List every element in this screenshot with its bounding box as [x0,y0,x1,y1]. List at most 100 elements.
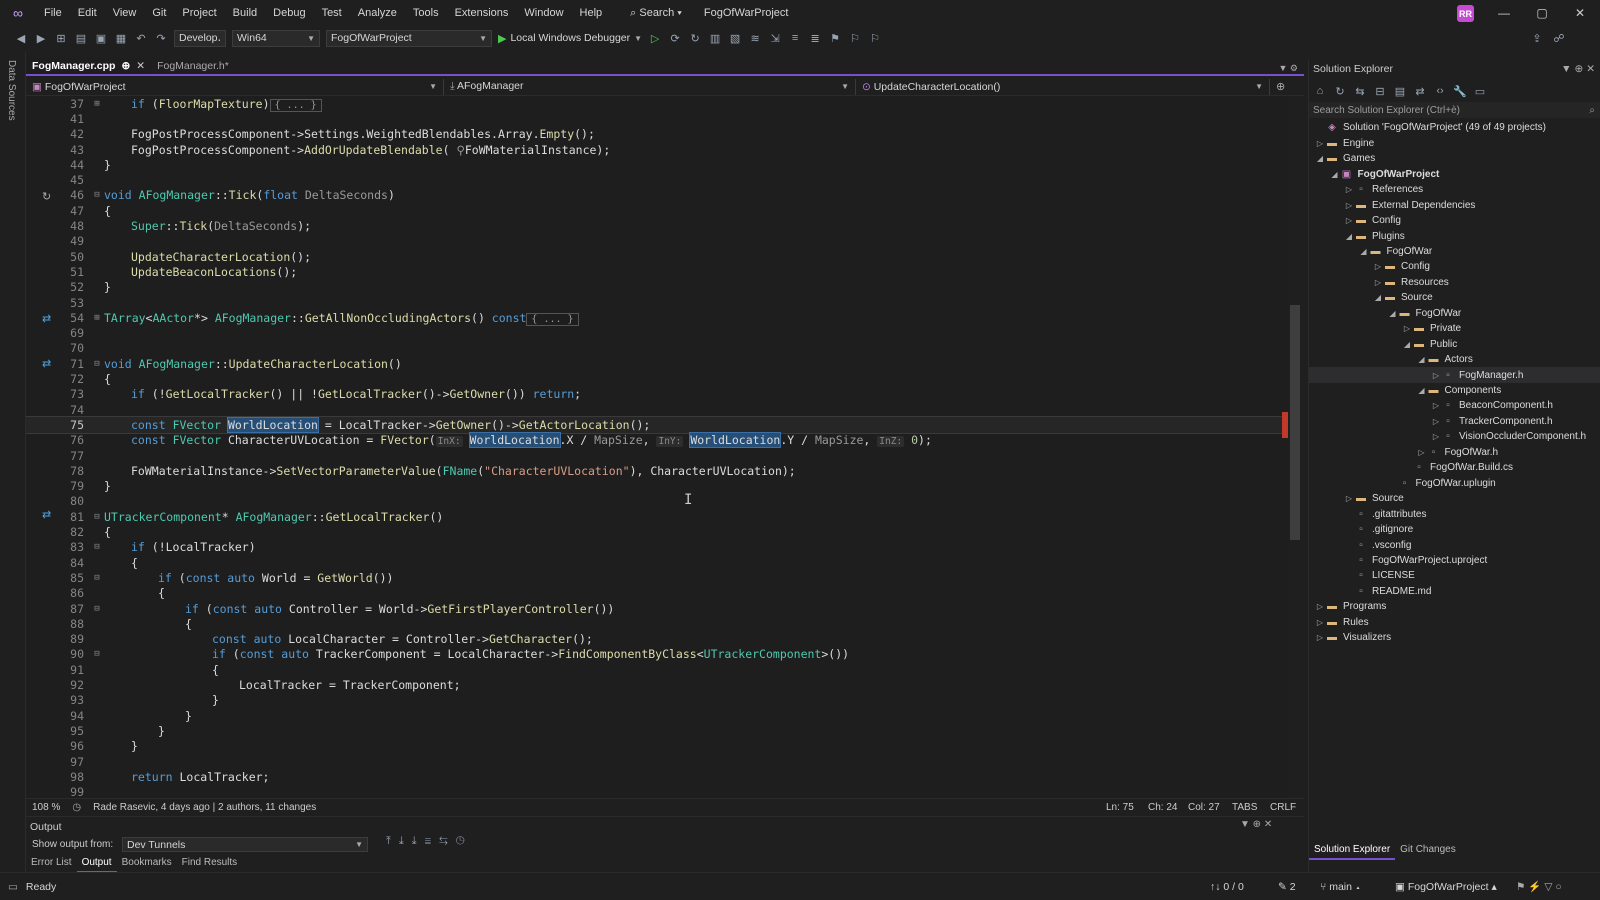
tree-item[interactable]: ▫ .vsconfig [1309,537,1600,553]
tab-git-changes[interactable]: Git Changes [1395,842,1461,860]
save-all-icon[interactable]: ▦ [114,32,128,45]
notifications-icon[interactable]: ▭ [0,881,26,893]
bookmark-prev-icon[interactable]: ⚐ [848,32,862,45]
tree-item[interactable]: ▷ ▬ External Dependencies [1309,197,1600,213]
expand-toggle-icon[interactable]: ▷ [1431,417,1441,426]
code-line[interactable]: 86 { [26,586,1288,601]
code-line[interactable]: 42 FogPostProcessComponent->Settings.Weig… [26,127,1288,142]
fold-toggle-icon[interactable]: ⊞ [90,313,104,323]
expand-toggle-icon[interactable]: ◢ [1402,340,1412,349]
code-line[interactable]: 97 [26,754,1288,769]
menu-item-help[interactable]: Help [572,0,611,26]
expand-toggle-icon[interactable]: ▷ [1431,371,1441,380]
tree-item[interactable]: ▷ ▫ References [1309,182,1600,198]
output-source-select[interactable]: Dev Tunnels ▼ [122,837,368,852]
code-line[interactable]: 44} [26,157,1288,172]
menu-item-window[interactable]: Window [516,0,571,26]
menu-item-edit[interactable]: Edit [70,0,105,26]
maximize-button[interactable]: ▢ [1523,0,1561,26]
code-line[interactable]: 52} [26,280,1288,295]
column-indicator[interactable]: Col: 27 [1188,802,1220,813]
home-icon[interactable]: ⌂ [1313,85,1327,97]
expand-toggle-icon[interactable]: ◢ [1330,170,1340,179]
tree-item[interactable]: ▷ ▬ Engine [1309,135,1600,151]
comment-icon[interactable]: ≡ [788,32,802,44]
solution-search-input[interactable]: Search Solution Explorer (Ctrl+è) ⌕ [1309,102,1600,118]
fold-toggle-icon[interactable]: ⊟ [90,542,104,552]
git-sync-status[interactable]: ↑↓ 0 / 0 [1210,881,1244,893]
collapsed-region[interactable]: { ... } [526,312,579,326]
code-line[interactable]: 99 [26,785,1288,798]
redo-icon[interactable]: ↷ [154,32,168,45]
new-item-icon[interactable]: ⊞ [54,32,68,45]
sync-icon[interactable]: ↻ [1333,85,1347,98]
expand-toggle-icon[interactable]: ▷ [1373,262,1383,271]
expand-toggle-icon[interactable]: ▷ [1373,278,1383,287]
tree-item[interactable]: ◢ ▬ Actors [1309,352,1600,368]
fold-toggle-icon[interactable]: ⊟ [90,512,104,522]
code-line[interactable]: 79} [26,479,1288,494]
code-line[interactable]: 46 ⊟ void AFogManager::Tick(float DeltaSec… [26,188,1288,203]
expand-toggle-icon[interactable]: ▷ [1315,618,1325,627]
fold-toggle-icon[interactable]: ⊟ [90,604,104,614]
expand-toggle-icon[interactable]: ◢ [1344,232,1354,241]
code-line[interactable]: 88 { [26,616,1288,631]
expand-toggle-icon[interactable]: ◢ [1315,154,1325,163]
bookmark-icon[interactable]: ⚑ [828,32,842,45]
member-nav-select[interactable]: ⊙ UpdateCharacterLocation() ▼ [856,78,1270,95]
scope-nav-select[interactable]: ⤓ AFogManager ▼ [444,78,856,95]
output-toolbar[interactable]: ⤒⤓⤓≣⇆◷ [386,835,473,848]
data-sources-tab[interactable]: Data Sources [6,60,17,121]
project-nav-select[interactable]: ▣ FogOfWarProject ▼ [26,78,444,95]
tree-item[interactable]: ▫ .gitignore [1309,522,1600,538]
tree-item[interactable]: ▷ ▫ FogManager.h [1309,367,1600,383]
panel-controls[interactable]: ▼ ⊕ ✕ [1240,819,1272,830]
menu-item-project[interactable]: Project [174,0,224,26]
uncomment-icon[interactable]: ≣ [808,32,822,45]
code-line[interactable]: 70 [26,341,1288,356]
line-indicator[interactable]: Ln: 75 [1106,802,1134,813]
save-icon[interactable]: ▣ [94,32,108,45]
tab-fogmanager-h[interactable]: FogManager.h* [151,58,235,74]
menu-item-file[interactable]: File [36,0,70,26]
code-line[interactable]: 74 [26,402,1288,417]
tab-output[interactable]: Output [76,855,117,873]
close-tab-icon[interactable]: ✕ [136,60,145,72]
expand-toggle-icon[interactable]: ▷ [1431,432,1441,441]
code-line[interactable]: 47 { [26,203,1288,218]
startup-project-select[interactable]: FogOfWarProject ▼ [326,29,492,47]
open-icon[interactable]: ▤ [74,32,88,45]
fold-toggle-icon[interactable]: ⊞ [90,99,104,109]
char-indicator[interactable]: Ch: 24 [1148,802,1177,813]
tree-item[interactable]: ▷ ▬ Config [1309,213,1600,229]
code-line[interactable]: 90 ⊟ if (const auto TrackerComponent = Loc… [26,647,1288,662]
branch-selector[interactable]: ⑂ main ▴ [1320,881,1361,893]
tab-solution-explorer[interactable]: Solution Explorer [1309,842,1396,860]
fold-toggle-icon[interactable]: ⊟ [90,359,104,369]
expand-toggle-icon[interactable]: ◢ [1417,355,1427,364]
tab-overflow-icon[interactable]: ▼ ⚙ [1273,63,1304,74]
split-icon[interactable]: ⊕ [1270,80,1291,93]
peek-definition-icon[interactable]: ⇄ [42,357,51,370]
layout-icon[interactable]: ▧ [728,32,742,45]
menu-item-extensions[interactable]: Extensions [447,0,517,26]
expand-toggle-icon[interactable]: ▷ [1344,216,1354,225]
code-line[interactable]: 73 if (!GetLocalTracker() || !GetLocalTra… [26,387,1288,402]
pin-icon[interactable]: ⊕ [121,60,130,72]
repo-selector[interactable]: ▣ FogOfWarProject ▴ [1395,881,1497,893]
tree-item[interactable]: ◢ ▬ Source [1309,290,1600,306]
code-line[interactable]: 81 ⊟ UTrackerComponent* AFogManager::GetLo… [26,509,1288,524]
code-line[interactable]: 96} [26,739,1288,754]
tree-item[interactable]: ▷ ▬ Visualizers [1309,630,1600,646]
start-without-debugging-icon[interactable]: ▷ [648,32,662,45]
tree-item[interactable]: ▫ README.md [1309,584,1600,600]
code-line[interactable]: 45 [26,173,1288,188]
switch-views-icon[interactable]: ⇆ [1353,85,1367,98]
forward-icon[interactable]: ▶ [34,32,48,45]
tree-item[interactable]: ▷ ▬ Source [1309,491,1600,507]
code-editor[interactable]: 37 ⊞ if (FloorMapTexture){ ... } 41 42 FogPos… [26,96,1288,798]
code-line[interactable]: 41 [26,111,1288,126]
start-debugging-button[interactable]: ▶ Local Windows Debugger ▼ [498,32,642,45]
configuration-select[interactable]: Develop․▼ [174,29,226,47]
fold-toggle-icon[interactable]: ⊟ [90,190,104,200]
